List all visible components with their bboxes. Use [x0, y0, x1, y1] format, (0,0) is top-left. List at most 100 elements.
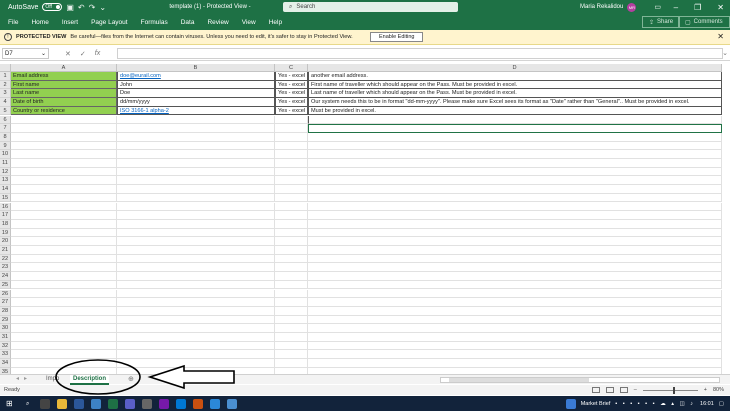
menu-file[interactable]: File: [8, 19, 18, 26]
cell-b16[interactable]: [117, 202, 275, 212]
search-icon[interactable]: ⌕: [23, 399, 33, 409]
cell-b25[interactable]: [117, 280, 275, 290]
cell-a17[interactable]: [11, 211, 117, 220]
cell-d13[interactable]: [308, 176, 722, 186]
cell-c22[interactable]: [275, 254, 308, 264]
cell-b2[interactable]: John: [117, 80, 275, 90]
row-header[interactable]: 34: [0, 359, 11, 368]
row-header[interactable]: 29: [0, 315, 11, 325]
horizontal-scrollbar[interactable]: [440, 377, 720, 383]
menu-insert[interactable]: Insert: [62, 19, 78, 26]
cell-d2[interactable]: First name of traveller which should app…: [308, 80, 722, 90]
row-header[interactable]: 7: [0, 124, 11, 133]
cell-c15[interactable]: [275, 193, 308, 203]
add-sheet-icon[interactable]: ⊕: [128, 375, 134, 384]
cell-d22[interactable]: [308, 254, 722, 264]
row-header[interactable]: 13: [0, 176, 11, 186]
cell-b9[interactable]: [117, 141, 275, 151]
cell-c13[interactable]: [275, 176, 308, 186]
row-header[interactable]: 12: [0, 167, 11, 177]
page-layout-view-icon[interactable]: [605, 387, 614, 393]
cell-b29[interactable]: [117, 315, 275, 325]
sheet-nav-arrows[interactable]: ◂ ▸: [16, 375, 27, 384]
row-header[interactable]: 30: [0, 324, 11, 333]
cell-b23[interactable]: [117, 263, 275, 273]
name-box[interactable]: D7 ⌄: [2, 48, 49, 59]
cell-a18[interactable]: [11, 219, 117, 229]
cell-d12[interactable]: [308, 167, 722, 177]
cell-d15[interactable]: [308, 193, 722, 203]
cell-c32[interactable]: [275, 341, 308, 351]
cell-b19[interactable]: [117, 228, 275, 238]
cell-c14[interactable]: [275, 185, 308, 194]
cell-c34[interactable]: [275, 359, 308, 368]
row-header[interactable]: 19: [0, 228, 11, 238]
outlook-icon[interactable]: [90, 398, 101, 409]
row-header[interactable]: 28: [0, 306, 11, 316]
cell-b17[interactable]: [117, 211, 275, 220]
row-header[interactable]: 32: [0, 341, 11, 351]
cell-c20[interactable]: [275, 237, 308, 246]
cell-b27[interactable]: [117, 298, 275, 307]
row-header[interactable]: 8: [0, 132, 11, 142]
row-header[interactable]: 3: [0, 89, 11, 99]
cell-a8[interactable]: [11, 132, 117, 142]
row-header[interactable]: 11: [0, 159, 11, 168]
settings-icon[interactable]: [141, 398, 152, 409]
cell-b22[interactable]: [117, 254, 275, 264]
windows-start-icon[interactable]: ⊞: [6, 399, 13, 408]
cell-c10[interactable]: [275, 150, 308, 159]
cell-a29[interactable]: [11, 315, 117, 325]
row-header[interactable]: 23: [0, 263, 11, 273]
cell-a23[interactable]: [11, 263, 117, 273]
cell-c23[interactable]: [275, 263, 308, 273]
cell-d18[interactable]: [308, 219, 722, 229]
row-header[interactable]: 17: [0, 211, 11, 220]
cell-a12[interactable]: [11, 167, 117, 177]
cell-a14[interactable]: [11, 185, 117, 194]
cell-a27[interactable]: [11, 298, 117, 307]
cell-c3[interactable]: Yes - excel: [275, 89, 308, 99]
zoom-slider[interactable]: [642, 386, 698, 394]
cell-c30[interactable]: [275, 324, 308, 333]
column-header-a[interactable]: A: [11, 64, 117, 72]
row-header[interactable]: 24: [0, 272, 11, 281]
file-explorer-icon[interactable]: [56, 398, 67, 409]
cell-c1[interactable]: Yes - excel: [275, 72, 308, 81]
cell-c28[interactable]: [275, 306, 308, 316]
cancel-icon[interactable]: ✕: [65, 50, 71, 58]
cell-a6[interactable]: [11, 115, 117, 125]
cell-d26[interactable]: [308, 289, 722, 299]
select-all-corner[interactable]: [0, 64, 11, 72]
cell-a19[interactable]: [11, 228, 117, 238]
row-header[interactable]: 4: [0, 98, 11, 107]
cell-b11[interactable]: [117, 159, 275, 168]
cell-a1[interactable]: Email address: [11, 72, 117, 81]
cell-b10[interactable]: [117, 150, 275, 159]
cell-d10[interactable]: [308, 150, 722, 159]
cell-a20[interactable]: [11, 237, 117, 246]
cell-d32[interactable]: [308, 341, 722, 351]
comments-button[interactable]: ▢ Comments: [678, 16, 730, 28]
cell-a32[interactable]: [11, 341, 117, 351]
cell-d29[interactable]: [308, 315, 722, 325]
menu-help[interactable]: Help: [269, 19, 282, 26]
cell-d6[interactable]: [308, 115, 722, 125]
column-header-b[interactable]: B: [117, 64, 275, 72]
cell-d28[interactable]: [308, 306, 722, 316]
cell-d25[interactable]: [308, 280, 722, 290]
cell-d19[interactable]: [308, 228, 722, 238]
mail-icon[interactable]: [175, 398, 186, 409]
cell-d5[interactable]: Must be provided in excel.: [308, 106, 722, 116]
cell-b12[interactable]: [117, 167, 275, 177]
ribbon-display-icon[interactable]: ▭: [654, 3, 661, 11]
row-header[interactable]: 26: [0, 289, 11, 299]
word-icon[interactable]: [209, 398, 220, 409]
customize-toolbar-icon[interactable]: ⌄: [99, 3, 106, 12]
cell-c4[interactable]: Yes - excel: [275, 98, 308, 107]
excel-taskbar-icon[interactable]: [107, 398, 118, 409]
cell-a22[interactable]: [11, 254, 117, 264]
row-header[interactable]: 16: [0, 202, 11, 212]
cell-d8[interactable]: [308, 132, 722, 142]
cell-b26[interactable]: [117, 289, 275, 299]
